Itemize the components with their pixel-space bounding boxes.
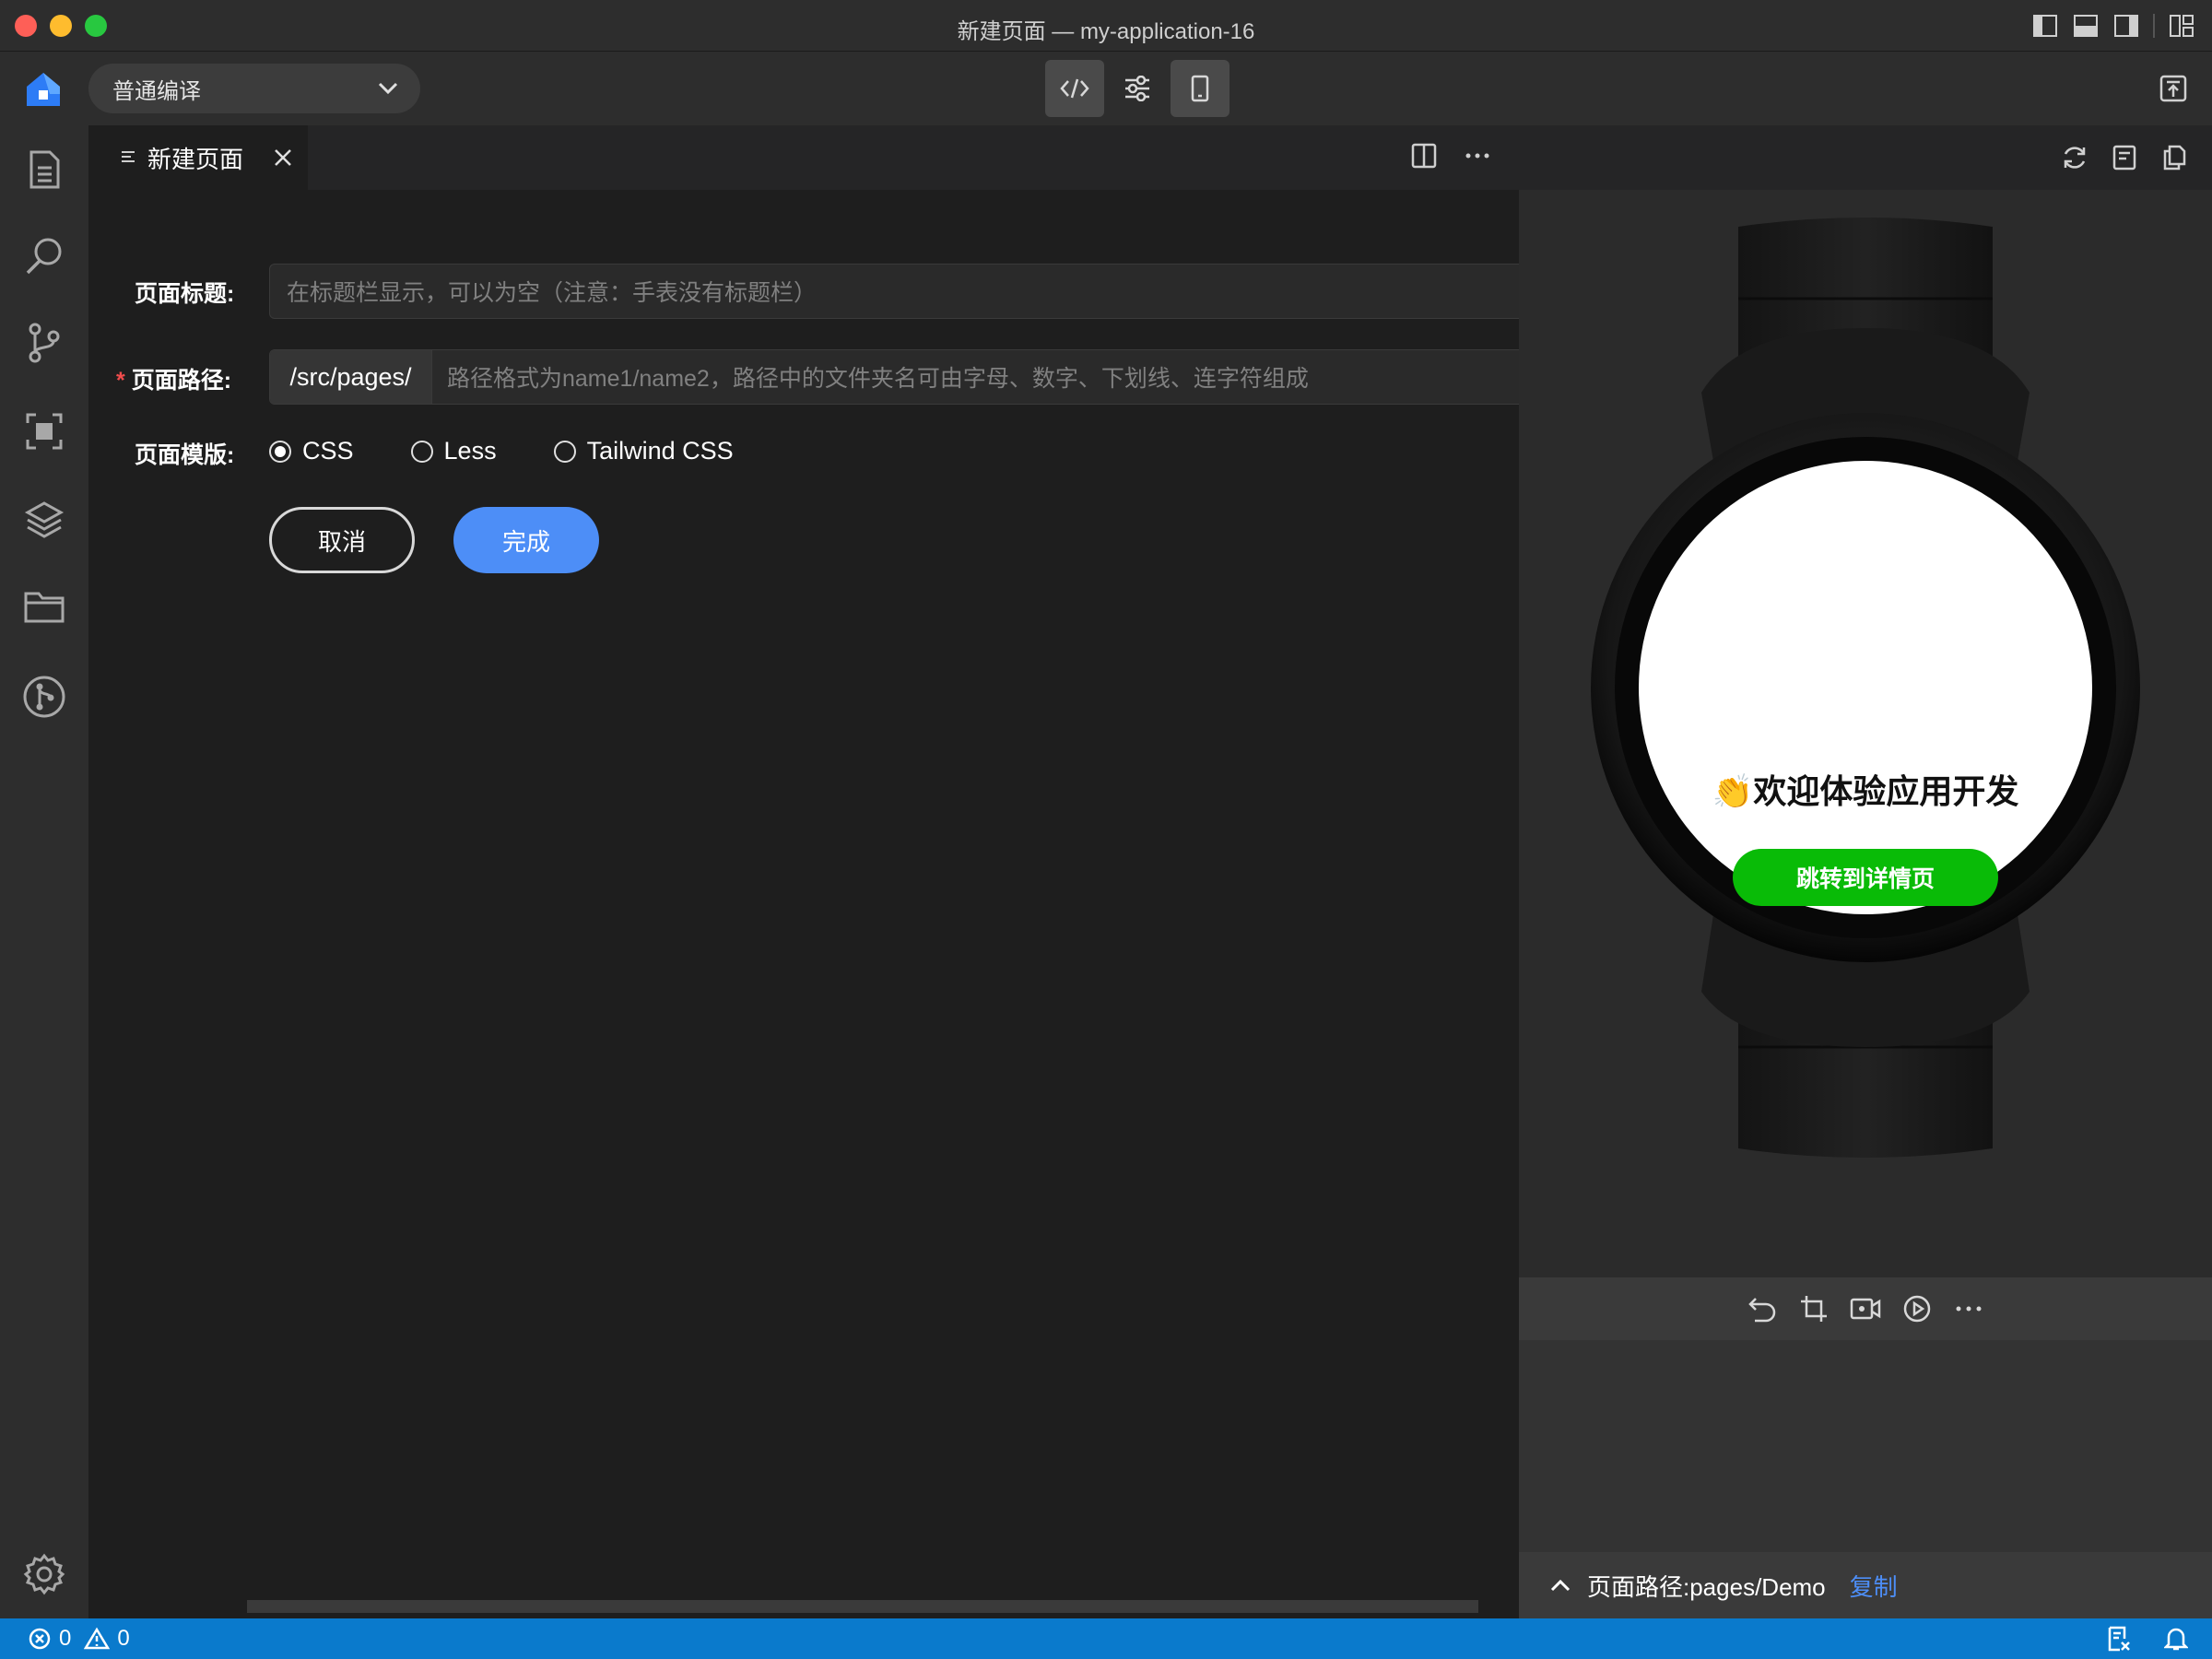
source-control-icon[interactable] — [22, 321, 66, 365]
preview-header — [1519, 125, 2212, 190]
undo-icon[interactable] — [1747, 1293, 1778, 1324]
app-logo-icon — [24, 70, 63, 109]
title-bar: 新建页面 — my-application-16 — [0, 0, 2212, 52]
screenshot-capture-icon[interactable] — [22, 409, 66, 453]
settings-gear-icon[interactable] — [22, 1552, 66, 1596]
copy-path-link[interactable]: 复制 — [1850, 1569, 1898, 1603]
horizontal-scrollbar[interactable] — [247, 1600, 1478, 1613]
radio-unselected-icon — [553, 440, 576, 463]
folder-icon[interactable] — [22, 584, 66, 629]
document-icon[interactable] — [2111, 144, 2138, 176]
radio-selected-icon — [269, 440, 291, 463]
phone-icon — [1191, 75, 1209, 102]
problems-indicator[interactable]: 0 0 — [28, 1626, 130, 1652]
page-path-info: 页面路径:pages/Demo — [1587, 1572, 1826, 1601]
preview-header-actions — [2061, 144, 2188, 176]
sliders-icon — [1125, 76, 1149, 101]
compile-mode-select[interactable]: 普通编译 — [88, 64, 420, 113]
copy-page-icon[interactable] — [2160, 144, 2188, 176]
status-bar: 0 0 — [0, 1618, 2212, 1659]
template-option-label: Less — [443, 437, 497, 465]
toggle-secondary-sidebar-icon[interactable] — [2112, 12, 2140, 40]
page-title-placeholder: 在标题栏显示，可以为空（注意：手表没有标题栏） — [287, 280, 818, 306]
page-path-label: * 页面路径: — [116, 362, 231, 395]
play-icon[interactable] — [1901, 1293, 1933, 1324]
layout-controls — [2031, 12, 2195, 40]
cancel-button[interactable]: 取消 — [269, 507, 415, 573]
device-preview-button[interactable] — [1171, 60, 1230, 117]
record-video-icon[interactable] — [1850, 1293, 1881, 1324]
git-graph-icon[interactable] — [22, 675, 66, 719]
editor-area: 新建页面 页面标题: 在标题栏显示，可以为空（注意：手表没有标题栏） * 页面路… — [88, 125, 1596, 1618]
upload-icon[interactable] — [2159, 74, 2188, 103]
page-template-label: 页面模版: — [135, 442, 235, 468]
search-icon[interactable] — [22, 234, 66, 278]
template-option-tailwind[interactable]: Tailwind CSS — [553, 437, 734, 465]
chevron-up-icon[interactable] — [1550, 1579, 1571, 1592]
warning-icon — [84, 1627, 111, 1650]
toggle-primary-sidebar-icon[interactable] — [2031, 12, 2059, 40]
watch-detail-button[interactable]: 跳转到详情页 — [1733, 849, 1998, 906]
code-view-button[interactable] — [1045, 60, 1104, 117]
feedback-icon[interactable] — [2107, 1626, 2131, 1652]
preview-toolbar — [1519, 1277, 2212, 1340]
template-radio-group: CSS Less Tailwind CSS — [269, 437, 791, 465]
layers-icon[interactable] — [22, 498, 66, 542]
window-title: 新建页面 — my-application-16 — [957, 19, 1255, 44]
required-mark: * — [116, 368, 125, 394]
template-option-less[interactable]: Less — [410, 437, 497, 465]
notification-bell-icon[interactable] — [2164, 1626, 2188, 1652]
template-option-css[interactable]: CSS — [269, 437, 354, 465]
radio-unselected-icon — [410, 440, 433, 463]
editor-actions — [1410, 142, 1491, 174]
page-path-input[interactable]: 路径格式为name1/name2，路径中的文件夹名可由字母、数字、下划线、连字符… — [432, 350, 1544, 404]
watch-welcome-text: 👏欢迎体验应用开发 — [1712, 772, 2019, 810]
preview-footer: 页面路径:pages/Demo 复制 — [1519, 1552, 2212, 1618]
status-right-items — [2107, 1626, 2188, 1652]
close-icon[interactable] — [271, 146, 295, 170]
crop-icon[interactable] — [1798, 1293, 1830, 1324]
page-title-input[interactable]: 在标题栏显示，可以为空（注意：手表没有标题栏） — [269, 264, 1596, 319]
chevron-down-icon — [378, 82, 398, 95]
done-button[interactable]: 完成 — [453, 507, 599, 573]
template-option-label: CSS — [302, 437, 354, 465]
settings-sliders-button[interactable] — [1108, 60, 1167, 117]
more-actions-icon[interactable] — [1464, 142, 1491, 174]
code-icon — [1060, 78, 1089, 99]
preview-panel: 👏欢迎体验应用开发 跳转到详情页 页面路径:pages/Demo 复制 — [1519, 125, 2212, 1618]
tab-strip: 新建页面 — [88, 125, 1519, 190]
more-icon[interactable] — [1953, 1293, 1984, 1324]
compile-mode-value: 普通编译 — [112, 78, 201, 104]
device-preview-area: 👏欢迎体验应用开发 跳转到详情页 — [1519, 190, 2212, 1277]
split-editor-icon[interactable] — [1410, 142, 1438, 174]
tab-label: 新建页面 — [147, 145, 244, 173]
page-title-label: 页面标题: — [135, 281, 235, 307]
error-count: 0 — [59, 1626, 72, 1651]
divider — [2153, 14, 2155, 38]
warning-count: 0 — [117, 1626, 130, 1651]
file-lines-icon — [122, 151, 135, 162]
view-mode-group — [1045, 60, 1230, 117]
activity-bar — [0, 125, 88, 1618]
smartwatch-frame — [1591, 218, 2140, 1158]
error-icon — [29, 1628, 51, 1650]
refresh-icon[interactable] — [2061, 144, 2088, 176]
tab-new-page[interactable]: 新建页面 — [88, 125, 308, 190]
toolbar: 普通编译 — [0, 52, 2212, 125]
page-path-label-text: 页面路径: — [131, 368, 232, 394]
explorer-file-icon[interactable] — [22, 147, 66, 192]
template-option-label: Tailwind CSS — [586, 437, 734, 465]
customize-layout-icon[interactable] — [2168, 12, 2195, 40]
toggle-panel-icon[interactable] — [2072, 12, 2100, 40]
page-path-field: /src/pages/ 路径格式为name1/name2，路径中的文件夹名可由字… — [269, 349, 1596, 405]
path-prefix: /src/pages/ — [270, 350, 432, 404]
page-path-placeholder: 路径格式为name1/name2，路径中的文件夹名可由字母、数字、下划线、连字符… — [447, 366, 1309, 392]
